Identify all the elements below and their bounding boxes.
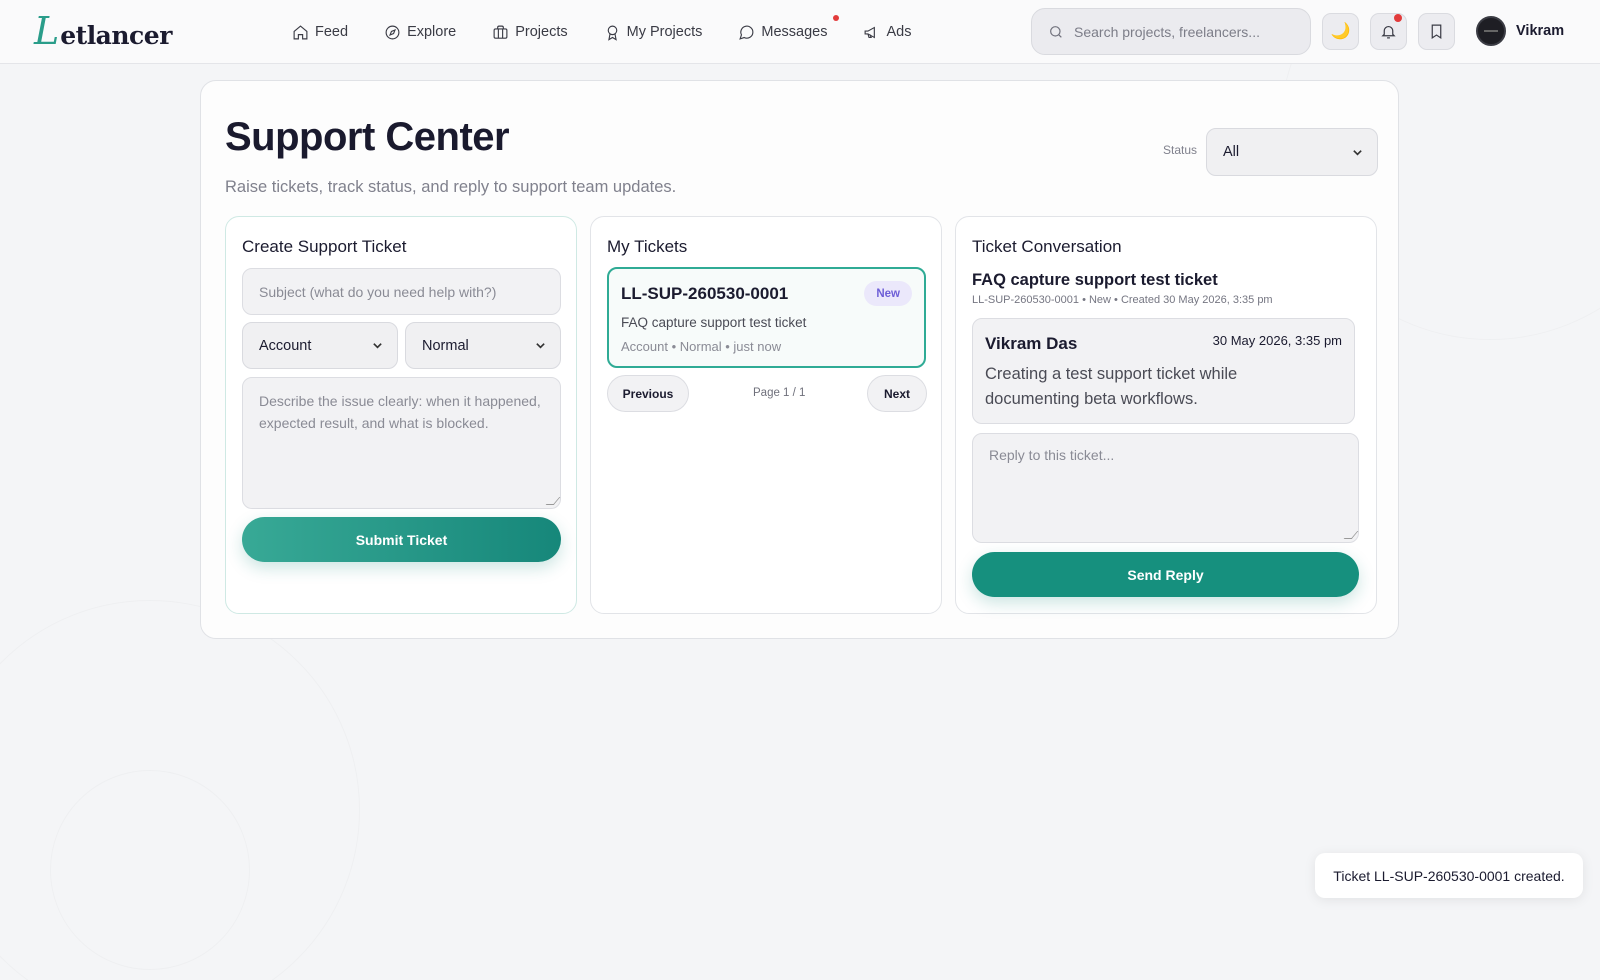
nav-item-label: Projects (515, 24, 568, 40)
message-timestamp: 30 May 2026, 3:35 pm (1212, 333, 1342, 348)
status-filter-value: All (1223, 144, 1240, 160)
notification-dot (1394, 14, 1402, 22)
resize-handle-icon[interactable] (545, 497, 561, 505)
priority-select[interactable]: Normal (405, 322, 561, 369)
toast-notification: Ticket LL-SUP-260530-0001 created. (1315, 853, 1583, 898)
resize-handle-icon[interactable] (1343, 531, 1359, 539)
create-ticket-panel: Create Support Ticket Subject (what do y… (225, 216, 577, 614)
nav-item-label: Feed (315, 24, 349, 40)
user-menu[interactable]: Vikram (1476, 16, 1564, 46)
letlancer-logo[interactable]: L etlancer (34, 12, 172, 50)
reply-textarea[interactable]: Reply to this ticket... (972, 433, 1359, 543)
ticket-subject: FAQ capture support test ticket (621, 315, 807, 330)
chevron-down-icon (373, 343, 382, 349)
status-filter-label: Status (1163, 143, 1198, 157)
nav-item-ads[interactable]: Ads (863, 24, 911, 41)
subject-placeholder: Subject (what do you need help with?) (259, 283, 497, 300)
conversation-meta: LL-SUP-260530-0001 • New • Created 30 Ma… (972, 294, 1273, 306)
nav-item-my-projects[interactable]: My Projects (604, 24, 703, 41)
search-icon (1050, 25, 1062, 38)
panel-title: Create Support Ticket (242, 237, 407, 256)
megaphone-icon (865, 26, 876, 38)
panel-title: Ticket Conversation (972, 237, 1122, 256)
status-badge: New (864, 281, 912, 306)
subject-input[interactable]: Subject (what do you need help with?) (242, 268, 561, 315)
previous-page-button[interactable]: Previous (607, 375, 689, 412)
logo-initial: L (34, 9, 60, 53)
unread-dot (833, 14, 840, 21)
home-icon (293, 24, 308, 39)
compass-icon (385, 25, 400, 39)
send-reply-button[interactable]: Send Reply (972, 552, 1359, 597)
ticket-id: LL-SUP-260530-0001 (621, 284, 789, 303)
nav-item-projects[interactable]: Projects (492, 24, 568, 41)
nav-item-label: Ads (886, 24, 912, 40)
avatar (1476, 16, 1506, 46)
top-navbar: L etlancer Feed Explore Projects My Proj… (0, 0, 1600, 64)
search-input[interactable] (1074, 23, 1294, 40)
global-search[interactable] (1031, 8, 1311, 55)
message-card: Vikram Das 30 May 2026, 3:35 pm Creating… (972, 318, 1355, 424)
nav-item-feed[interactable]: Feed (292, 24, 348, 41)
support-center-card: Support Center Raise tickets, track stat… (200, 80, 1399, 639)
message-circle-icon (739, 25, 754, 40)
category-select[interactable]: Account (242, 322, 398, 369)
priority-value: Normal (422, 337, 469, 354)
nav-item-label: Messages (761, 24, 828, 40)
reply-placeholder: Reply to this ticket... (989, 447, 1115, 463)
ticket-meta: Account • Normal • just now (621, 339, 782, 354)
ticket-list-item[interactable]: LL-SUP-260530-0001 New FAQ capture suppo… (607, 267, 926, 368)
submit-ticket-button[interactable]: Submit Ticket (242, 517, 561, 562)
chevron-down-icon (1353, 149, 1362, 156)
page-title: Support Center (225, 115, 510, 159)
moon-icon: 🌙 (1330, 22, 1351, 40)
ticket-conversation-panel: Ticket Conversation FAQ capture support … (955, 216, 1377, 614)
award-icon (607, 25, 617, 41)
conversation-subject: FAQ capture support test ticket (972, 271, 1218, 289)
nav-item-explore[interactable]: Explore (384, 24, 456, 41)
description-textarea[interactable]: Describe the issue clearly: when it happ… (242, 377, 561, 509)
category-value: Account (259, 337, 312, 354)
description-placeholder: Describe the issue clearly: when it happ… (259, 393, 541, 431)
page-subtitle: Raise tickets, track status, and reply t… (225, 178, 677, 196)
message-body: Creating a test support ticket while doc… (985, 365, 1238, 408)
logo-wordmark: etlancer (60, 21, 172, 50)
status-filter-select[interactable]: All (1206, 128, 1378, 176)
bookmark-icon (1431, 24, 1442, 40)
notifications-button[interactable] (1370, 13, 1407, 50)
theme-toggle-button[interactable]: 🌙 (1322, 13, 1359, 50)
chevron-down-icon (536, 343, 545, 349)
nav-item-messages[interactable]: Messages (738, 14, 840, 41)
message-author: Vikram Das (985, 334, 1078, 353)
nav-item-label: Explore (407, 24, 457, 40)
next-page-button[interactable]: Next (867, 375, 927, 412)
briefcase-icon (493, 25, 508, 39)
panel-title: My Tickets (607, 237, 688, 256)
user-name: Vikram (1516, 23, 1565, 39)
my-tickets-panel: My Tickets LL-SUP-260530-0001 New FAQ ca… (590, 216, 942, 614)
nav-item-label: My Projects (626, 24, 703, 40)
bookmarks-button[interactable] (1418, 13, 1455, 50)
bell-icon (1381, 25, 1396, 39)
page-indicator: Page 1 / 1 (753, 387, 806, 399)
main-nav: Feed Explore Projects My Projects Messag… (292, 0, 947, 64)
